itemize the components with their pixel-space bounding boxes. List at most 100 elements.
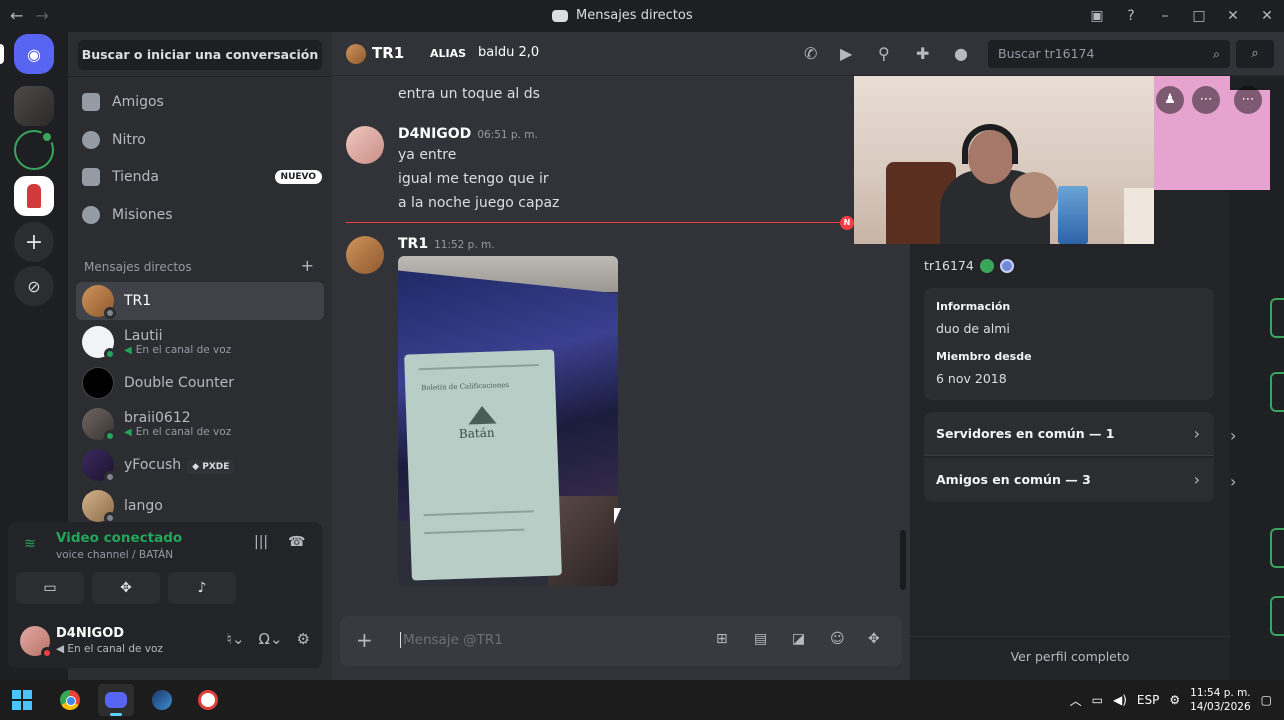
- windows-logo-icon: [12, 690, 32, 710]
- scrollbar[interactable]: [900, 530, 906, 590]
- discord-icon: [105, 692, 127, 708]
- window-title: Mensajes directos: [552, 8, 693, 23]
- notifications-icon[interactable]: ▢: [1261, 693, 1272, 707]
- nav-nitro[interactable]: Nitro: [82, 122, 322, 158]
- user-profile-icon[interactable]: ●: [954, 44, 968, 63]
- sticker-icon[interactable]: ◪: [792, 631, 805, 647]
- message-text: ya entre: [398, 147, 457, 163]
- voice-call-icon[interactable]: ✆: [804, 44, 817, 63]
- search-input[interactable]: Buscar tr16174 ⌕: [988, 40, 1230, 68]
- help-icon[interactable]: ?: [1114, 8, 1148, 24]
- dm-item-tr1[interactable]: TR1: [76, 282, 324, 320]
- disconnect-icon[interactable]: ☎: [288, 534, 305, 550]
- image-attachment[interactable]: Boletín de Calificaciones Batán: [398, 256, 618, 586]
- pinned-messages-icon[interactable]: ⚲: [878, 44, 890, 63]
- dm-status: ◀ En el canal de voz: [124, 344, 231, 356]
- avatar[interactable]: [346, 236, 384, 274]
- server-icon-2[interactable]: [14, 130, 54, 170]
- message-composer[interactable]: + Mensaje @TR1 ⊞ ▤ ◪ ☺ ✥: [340, 616, 902, 666]
- emoji-icon[interactable]: ☺: [830, 631, 845, 647]
- voice-connection-panel: ≋ Video conectado voice channel / BATÁN …: [8, 522, 938, 680]
- explore-servers-button[interactable]: ⊘: [14, 266, 54, 306]
- search-icon[interactable]: ⌕: [1236, 40, 1274, 68]
- soundboard-button[interactable]: ♪: [168, 572, 236, 604]
- minimize-button[interactable]: –: [1148, 8, 1182, 24]
- dm-name: TR1: [124, 293, 152, 309]
- voice-channel[interactable]: voice channel / BATÁN: [56, 549, 173, 561]
- taskbar-obs[interactable]: [190, 684, 226, 716]
- screen-share-button[interactable]: ▭: [16, 572, 84, 604]
- message-author[interactable]: D4NIGOD: [398, 126, 471, 142]
- gif-icon[interactable]: ▤: [754, 631, 767, 647]
- dm-item-lautii[interactable]: Lautii ◀ En el canal de voz: [76, 323, 324, 361]
- user-panel: D4NIGOD ◀ En el canal de voz ♮⌄ Ω⌄ ⚙: [8, 612, 322, 668]
- maximize-button[interactable]: □: [1182, 8, 1216, 24]
- user-controls: ♮⌄ Ω⌄ ⚙: [227, 630, 310, 648]
- dm-item-braii0612[interactable]: braii0612 ◀ En el canal de voz: [76, 405, 324, 443]
- create-dm-button[interactable]: +: [301, 258, 314, 274]
- video-call-icon[interactable]: ▶: [840, 44, 852, 63]
- mutual-friends-row[interactable]: Amigos en común — 3 ›: [924, 458, 1214, 502]
- nitro-icon: [82, 131, 100, 149]
- card-school: Batán: [458, 425, 495, 441]
- status-dot: [104, 307, 116, 319]
- more-options-icon[interactable]: ⋯: [1192, 86, 1220, 114]
- background-accent: [1270, 372, 1284, 412]
- settings-gear-icon[interactable]: ⚙: [1169, 693, 1180, 707]
- view-full-profile-link[interactable]: Ver perfil completo: [910, 636, 1230, 680]
- close-button[interactable]: ✕: [1216, 8, 1250, 24]
- dm-name: Lautii: [124, 328, 163, 344]
- nav-shop[interactable]: Tienda NUEVO: [82, 159, 322, 195]
- more-options-icon[interactable]: ⋯: [1234, 86, 1262, 114]
- activities-button[interactable]: ✥: [92, 572, 160, 604]
- message-author[interactable]: TR1: [398, 236, 428, 252]
- dm-item-lango[interactable]: lango: [76, 487, 324, 525]
- clock[interactable]: 11:54 p. m. 14/03/2026: [1190, 686, 1251, 714]
- taskbar-chrome[interactable]: [52, 684, 88, 716]
- dm-name: lango: [124, 498, 163, 514]
- add-server-button[interactable]: +: [14, 222, 54, 262]
- server-icon-3[interactable]: [14, 176, 54, 216]
- signal-icon[interactable]: ≋: [24, 536, 42, 552]
- add-friend-icon[interactable]: ♟: [1156, 86, 1184, 114]
- taskbar-discord[interactable]: [98, 684, 134, 716]
- server-icon-1[interactable]: [14, 86, 54, 126]
- find-conversation-button[interactable]: Buscar o iniciar una conversación: [78, 40, 322, 70]
- chevron-up-icon[interactable]: ︿: [1070, 692, 1082, 709]
- user-status-text: En el canal de voz: [67, 643, 163, 655]
- webcam-overlay[interactable]: [854, 76, 1154, 244]
- noise-suppression-icon[interactable]: |||: [254, 534, 268, 550]
- nav-friends[interactable]: Amigos: [82, 84, 322, 120]
- nav-quests[interactable]: Misiones: [82, 197, 322, 233]
- back-arrow-icon[interactable]: ←: [10, 6, 23, 25]
- taskbar: ︿ ▭ ◀) ESP ⚙ 11:54 p. m. 14/03/2026 ▢: [0, 680, 1284, 720]
- network-icon[interactable]: ▭: [1092, 693, 1103, 707]
- dm-item-double-counter[interactable]: Double Counter: [76, 364, 324, 402]
- apps-icon[interactable]: ✥: [868, 631, 880, 647]
- system-tray: ︿ ▭ ◀) ESP ⚙ 11:54 p. m. 14/03/2026 ▢: [1070, 680, 1284, 720]
- school-logo-icon: [467, 405, 497, 425]
- taskbar-steam[interactable]: [144, 684, 180, 716]
- mutual-servers-row[interactable]: Servidores en común — 1 ›: [924, 412, 1214, 456]
- home-button[interactable]: ◉: [14, 34, 54, 74]
- avatar[interactable]: [346, 126, 384, 164]
- outer-close-button[interactable]: ✕: [1250, 8, 1284, 24]
- chat-title[interactable]: TR1: [372, 44, 404, 62]
- card-line: [424, 528, 525, 535]
- add-friends-to-dm-icon[interactable]: ✚: [916, 44, 929, 63]
- forward-arrow-icon[interactable]: →: [35, 6, 48, 25]
- compass-icon: ⊘: [27, 276, 41, 296]
- inbox-icon[interactable]: ▣: [1080, 8, 1114, 24]
- settings-gear-icon[interactable]: ⚙: [297, 630, 310, 648]
- language-indicator[interactable]: ESP: [1137, 693, 1159, 707]
- microphone-icon[interactable]: ♮⌄: [227, 630, 245, 648]
- upload-button[interactable]: +: [356, 628, 373, 652]
- headphones-icon[interactable]: Ω⌄: [259, 630, 283, 648]
- dm-item-yfocush[interactable]: yFocush ◆ PXDE: [76, 446, 324, 484]
- volume-icon[interactable]: ◀): [1113, 693, 1127, 707]
- start-button[interactable]: [4, 684, 40, 716]
- gift-icon[interactable]: ⊞: [716, 631, 728, 647]
- user-avatar[interactable]: [20, 626, 53, 659]
- message-list: entra un toque al ds D4NIGOD 06:51 p. m. …: [332, 76, 910, 680]
- message-input[interactable]: Mensaje @TR1: [400, 632, 503, 648]
